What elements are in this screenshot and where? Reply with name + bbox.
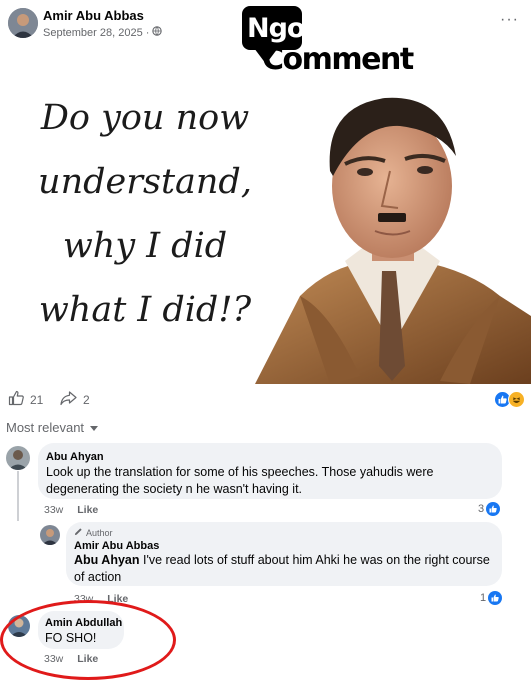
reply-author-avatar[interactable] xyxy=(40,525,60,545)
like-reaction-icon xyxy=(486,502,501,516)
meta-separator: · xyxy=(145,26,150,39)
comment-bubble: Abu Ahyan Look up the translation for so… xyxy=(38,443,502,499)
share-arrow-icon xyxy=(60,390,77,409)
author-badge: Author xyxy=(74,527,113,538)
caret-down-icon xyxy=(90,420,99,435)
sort-label: Most relevant xyxy=(6,420,85,435)
logo-comment-text: Comment xyxy=(262,42,414,77)
comment-author[interactable]: Abu Ahyan xyxy=(46,451,104,463)
reply-bubble: Author Amir Abu Abbas Abu Ahyan I've rea… xyxy=(66,522,502,586)
post-author-name[interactable]: Amir Abu Abbas xyxy=(43,8,144,23)
logo-ngo-text: Ngo xyxy=(247,13,305,44)
author-badge-label: Author xyxy=(86,527,113,538)
comment-actions: 33w Like xyxy=(44,504,98,516)
commenter-avatar[interactable] xyxy=(6,446,30,470)
highlight-annotation-ring xyxy=(0,600,176,680)
comment-like-count[interactable]: 1 xyxy=(480,591,503,605)
thumbs-up-icon xyxy=(8,390,24,409)
share-button[interactable]: 2 xyxy=(60,390,90,409)
meme-line: understand, xyxy=(38,162,252,202)
ngocomment-logo: Ngo Comment xyxy=(238,4,414,80)
meme-caption: Do you now understand, why I did what I … xyxy=(20,86,270,342)
share-count: 2 xyxy=(83,392,90,407)
post-meta: September 28, 2025 · xyxy=(43,26,163,39)
post-image[interactable]: Do you now understand, why I did what I … xyxy=(0,46,531,384)
reply-author[interactable]: Amir Abu Abbas xyxy=(74,540,159,552)
meme-line: why I did xyxy=(62,226,228,266)
mention-link[interactable]: Abu Ahyan xyxy=(74,553,140,567)
comment-time[interactable]: 33w xyxy=(44,504,63,516)
reply-text: Abu Ahyan I've read lots of stuff about … xyxy=(74,552,494,586)
comment-sort-dropdown[interactable]: Most relevant xyxy=(6,420,99,435)
comment-text: Look up the translation for some of his … xyxy=(46,465,434,496)
meme-line: Do you now xyxy=(40,98,250,138)
globe-icon xyxy=(152,26,163,39)
comment-like-count[interactable]: 3 xyxy=(478,502,501,516)
pencil-icon xyxy=(74,527,83,538)
haha-reaction-icon xyxy=(508,391,525,408)
reaction-summary[interactable] xyxy=(494,391,525,408)
post-date[interactable]: September 28, 2025 xyxy=(43,27,143,39)
like-count: 21 xyxy=(30,392,44,407)
author-avatar[interactable] xyxy=(8,8,38,38)
meme-line: what I did!? xyxy=(38,290,252,330)
comment-like-button[interactable]: Like xyxy=(77,504,98,516)
comment-likes-number: 3 xyxy=(478,503,485,515)
thread-line xyxy=(17,471,19,521)
reactions-bar: 21 2 xyxy=(0,384,531,414)
comment-likes-number: 1 xyxy=(480,592,487,604)
like-reaction-icon xyxy=(488,591,503,605)
like-button[interactable]: 21 xyxy=(8,390,43,409)
more-options-button[interactable]: ··· xyxy=(500,11,519,29)
